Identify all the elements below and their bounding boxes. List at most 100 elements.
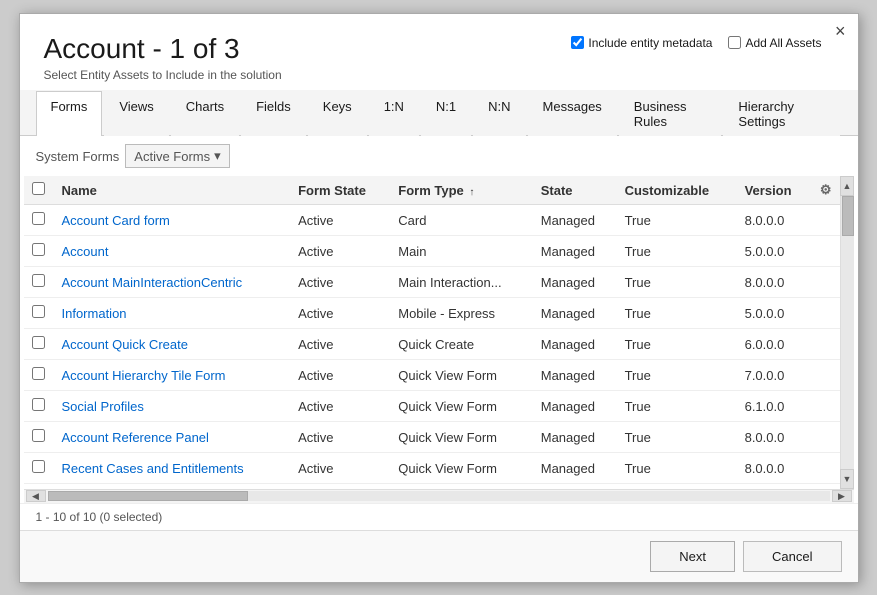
row-form-type: Mobile - Express	[390, 298, 532, 329]
row-checkbox[interactable]	[32, 460, 45, 473]
row-form-type: Quick View Form	[390, 360, 532, 391]
row-checkbox-cell[interactable]	[24, 453, 54, 484]
tab-forms[interactable]: Forms	[36, 91, 103, 136]
header-checkboxes: Include entity metadata Add All Assets	[571, 36, 821, 50]
col-settings-icon[interactable]: ⚙	[812, 176, 840, 205]
col-customizable[interactable]: Customizable	[617, 176, 737, 205]
row-checkbox[interactable]	[32, 429, 45, 442]
row-version: 5.0.0.0	[737, 298, 812, 329]
scroll-thumb[interactable]	[842, 196, 854, 236]
row-checkbox-cell[interactable]	[24, 422, 54, 453]
row-actions	[812, 391, 840, 422]
row-version: 8.0.0.0	[737, 422, 812, 453]
table-row: Account MainInteractionCentric Active Ma…	[24, 267, 840, 298]
next-button[interactable]: Next	[650, 541, 735, 572]
row-form-type: Quick Create	[390, 329, 532, 360]
select-all-checkbox[interactable]	[32, 182, 45, 195]
main-dialog: × Account - 1 of 3 Select Entity Assets …	[19, 13, 859, 583]
table-row-area: Name Form State Form Type ↑ State	[24, 176, 854, 488]
close-button[interactable]: ×	[835, 22, 846, 40]
active-forms-dropdown[interactable]: Active Forms ▾	[125, 144, 229, 168]
table-row: Social Profiles Active Quick View Form M…	[24, 391, 840, 422]
row-form-state: Active	[290, 422, 390, 453]
row-checkbox-cell[interactable]	[24, 236, 54, 267]
tab-charts[interactable]: Charts	[171, 91, 239, 136]
row-name[interactable]: Account Hierarchy Tile Form	[54, 360, 291, 391]
tab-n1[interactable]: N:1	[421, 91, 471, 136]
row-version: 5.0.0.0	[737, 236, 812, 267]
col-name[interactable]: Name	[54, 176, 291, 205]
table-row: Recent Cases and Entitlements Active Qui…	[24, 453, 840, 484]
row-checkbox-cell[interactable]	[24, 360, 54, 391]
tab-keys[interactable]: Keys	[308, 91, 367, 136]
row-name[interactable]: Recent Cases and Entitlements	[54, 453, 291, 484]
row-name[interactable]: Social Profiles	[54, 391, 291, 422]
row-form-state: Active	[290, 205, 390, 236]
row-name[interactable]: Account Quick Create	[54, 329, 291, 360]
table-scroll[interactable]: Name Form State Form Type ↑ State	[24, 176, 840, 488]
row-name[interactable]: Account MainInteractionCentric	[54, 267, 291, 298]
row-state: Managed	[533, 391, 617, 422]
add-all-assets-checkbox[interactable]	[728, 36, 741, 49]
row-state: Managed	[533, 453, 617, 484]
row-version: 8.0.0.0	[737, 453, 812, 484]
row-checkbox-cell[interactable]	[24, 267, 54, 298]
tab-business-rules[interactable]: Business Rules	[619, 91, 722, 136]
tab-nn[interactable]: N:N	[473, 91, 525, 136]
scroll-down-arrow[interactable]: ▼	[840, 469, 854, 489]
hscroll-left-arrow[interactable]: ◀	[26, 490, 46, 502]
include-entity-metadata-label[interactable]: Include entity metadata	[571, 36, 712, 50]
include-entity-metadata-checkbox[interactable]	[571, 36, 584, 49]
row-form-state: Active	[290, 329, 390, 360]
row-name[interactable]: Information	[54, 298, 291, 329]
hscroll-right-arrow[interactable]: ▶	[832, 490, 852, 502]
add-all-assets-label[interactable]: Add All Assets	[728, 36, 821, 50]
cancel-button[interactable]: Cancel	[743, 541, 841, 572]
row-checkbox-cell[interactable]	[24, 205, 54, 236]
row-checkbox[interactable]	[32, 274, 45, 287]
row-checkbox[interactable]	[32, 367, 45, 380]
vertical-scrollbar[interactable]: ▲ ▼	[840, 176, 854, 488]
row-customizable: True	[617, 267, 737, 298]
row-name[interactable]: Account	[54, 236, 291, 267]
row-state: Managed	[533, 329, 617, 360]
row-customizable: True	[617, 360, 737, 391]
dialog-footer: Next Cancel	[20, 530, 858, 582]
row-form-state: Active	[290, 391, 390, 422]
tab-hierarchy-settings[interactable]: Hierarchy Settings	[723, 91, 839, 136]
row-name[interactable]: Account Card form	[54, 205, 291, 236]
row-checkbox[interactable]	[32, 305, 45, 318]
row-state: Managed	[533, 298, 617, 329]
row-form-state: Active	[290, 360, 390, 391]
row-checkbox[interactable]	[32, 398, 45, 411]
row-checkbox-cell[interactable]	[24, 391, 54, 422]
row-form-state: Active	[290, 236, 390, 267]
col-version[interactable]: Version	[737, 176, 812, 205]
row-name[interactable]: Account Reference Panel	[54, 422, 291, 453]
scroll-up-arrow[interactable]: ▲	[840, 176, 854, 196]
col-form-state[interactable]: Form State	[290, 176, 390, 205]
row-form-type: Quick View Form	[390, 453, 532, 484]
row-actions	[812, 205, 840, 236]
row-checkbox[interactable]	[32, 212, 45, 225]
row-checkbox-cell[interactable]	[24, 298, 54, 329]
footer-info: 1 - 10 of 10 (0 selected)	[20, 503, 858, 530]
row-form-type: Card	[390, 205, 532, 236]
col-check[interactable]	[24, 176, 54, 205]
horizontal-scrollbar[interactable]: ◀ ▶	[24, 489, 854, 503]
row-customizable: True	[617, 453, 737, 484]
row-checkbox[interactable]	[32, 243, 45, 256]
tab-messages[interactable]: Messages	[528, 91, 617, 136]
tab-views[interactable]: Views	[104, 91, 168, 136]
row-checkbox[interactable]	[32, 336, 45, 349]
hscroll-thumb[interactable]	[48, 491, 248, 501]
col-state[interactable]: State	[533, 176, 617, 205]
row-customizable: True	[617, 422, 737, 453]
row-checkbox-cell[interactable]	[24, 329, 54, 360]
tab-1n[interactable]: 1:N	[369, 91, 419, 136]
col-form-type[interactable]: Form Type ↑	[390, 176, 532, 205]
row-state: Managed	[533, 360, 617, 391]
row-form-type: Quick View Form	[390, 391, 532, 422]
row-version: 7.0.0.0	[737, 360, 812, 391]
tab-fields[interactable]: Fields	[241, 91, 306, 136]
